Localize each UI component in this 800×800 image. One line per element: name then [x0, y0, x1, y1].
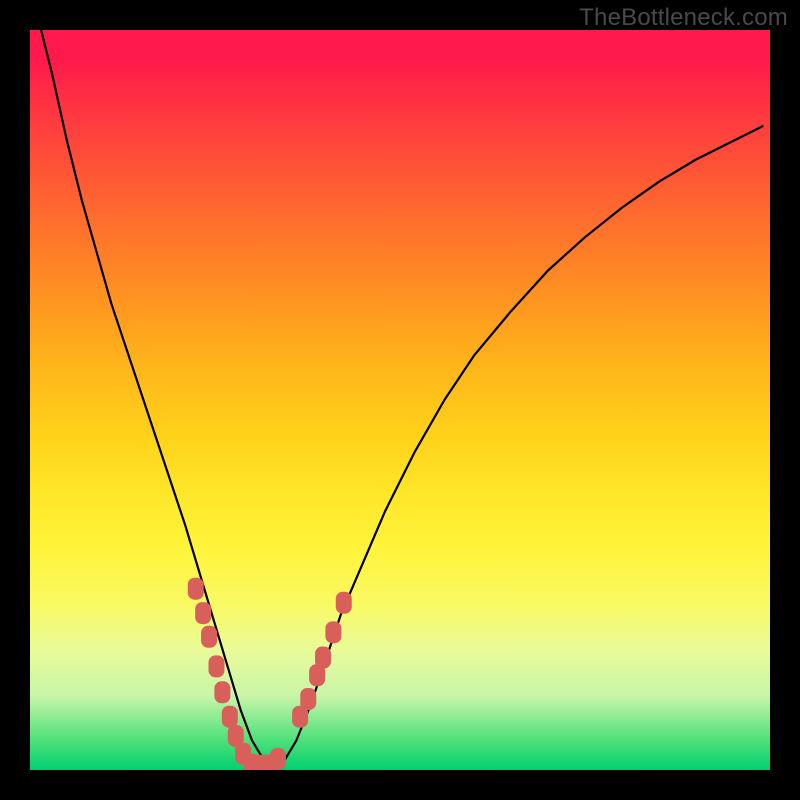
bottleneck-curve	[41, 30, 763, 766]
highlight-markers	[188, 578, 352, 770]
highlight-marker	[188, 578, 204, 600]
plot-area	[30, 30, 770, 770]
highlight-marker	[195, 602, 211, 624]
highlight-marker	[315, 647, 331, 669]
highlight-marker	[214, 681, 230, 703]
highlight-marker	[270, 748, 286, 770]
highlight-marker	[208, 655, 224, 677]
highlight-marker	[325, 621, 341, 643]
watermark-text: TheBottleneck.com	[579, 4, 788, 32]
chart-frame: TheBottleneck.com	[0, 0, 800, 800]
chart-svg	[30, 30, 770, 770]
highlight-marker	[336, 592, 352, 614]
highlight-marker	[222, 706, 238, 728]
highlight-marker	[300, 688, 316, 710]
highlight-marker	[201, 626, 217, 648]
